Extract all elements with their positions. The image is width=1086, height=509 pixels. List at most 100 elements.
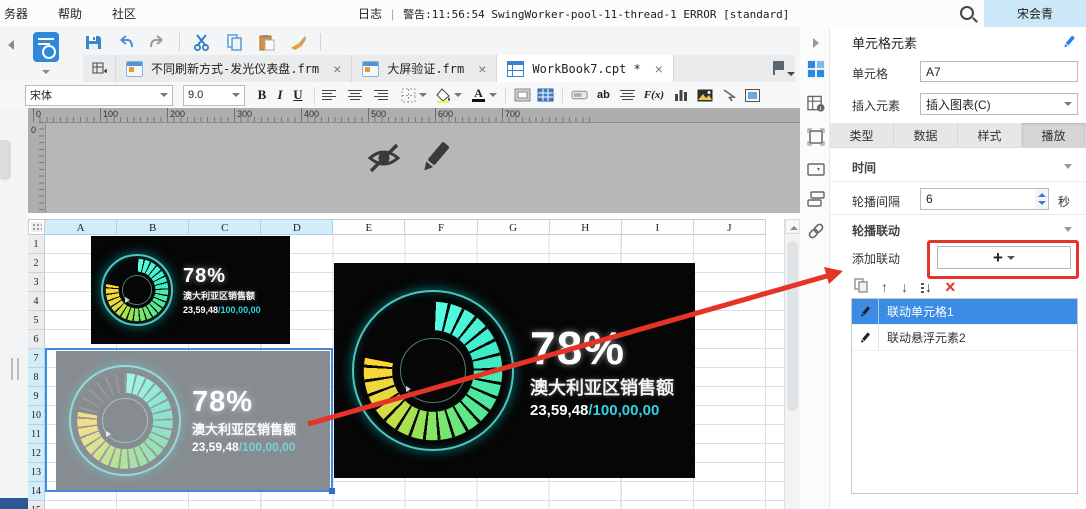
rich-text-button[interactable] [619,89,635,101]
cell-element-panel-icon[interactable] [807,60,825,78]
row-header[interactable]: 4 [28,292,45,311]
document-tab[interactable]: 不同刷新方式-发光仪表盘.frm × [116,55,353,82]
bold-button[interactable]: B [253,87,271,103]
user-account-button[interactable]: 宋会青 [984,0,1086,27]
select-all-corner[interactable] [28,219,45,235]
font-size-select[interactable]: 9.0 [183,84,245,106]
column-header[interactable]: B [117,219,190,235]
hyperlink-panel-icon[interactable] [807,222,825,240]
merge-cells-button[interactable] [514,88,531,103]
text-field-widget-button[interactable] [571,88,588,103]
document-tab[interactable]: WorkBook7.cpt * × [497,55,674,82]
unmerge-cells-button[interactable] [537,88,554,103]
formula-button[interactable]: F(x) [644,89,664,101]
row-header[interactable]: 8 [28,368,45,387]
carousel-linkage-section-header[interactable]: 轮播联动 [852,222,900,239]
gauge-image-cell-b2[interactable]: 78% 澳大利亚区销售额 23,59,48/100,00,00 [91,236,290,344]
panel-drag-handle[interactable] [0,140,9,178]
subreport-insert-button[interactable] [744,88,761,103]
splitter-handle[interactable] [11,358,19,380]
close-icon[interactable]: × [655,61,663,77]
column-header[interactable]: H [549,219,622,235]
row-header[interactable]: 1 [28,235,45,254]
template-report-icon[interactable] [33,32,59,62]
fill-color-dropdown-caret-icon[interactable] [454,93,462,97]
new-template-tab-icon[interactable] [83,55,116,82]
gauge-image-preview-large[interactable]: 78% 澳大利亚区销售额 23,59,48/100,00,00 [334,263,695,478]
collapse-section-icon[interactable] [1064,164,1072,169]
fill-color-button[interactable] [435,87,452,103]
row-header[interactable]: 7 [28,349,45,368]
expand-panel-icon[interactable] [807,34,825,52]
undo-button[interactable] [115,32,135,52]
widget-settings-panel-icon[interactable] [807,160,825,178]
column-header[interactable]: D [261,219,334,235]
edit-pencil-icon[interactable] [852,299,879,324]
sort-order-icon[interactable]: ↓ [921,280,932,295]
font-color-dropdown-caret-icon[interactable] [489,93,497,97]
edit-pencil-icon[interactable] [852,325,879,350]
column-header[interactable]: C [189,219,262,235]
font-color-button[interactable]: A [470,87,487,103]
font-family-select[interactable]: 宋体 [25,84,173,106]
menu-item[interactable]: 帮助 [58,5,82,22]
insert-element-select[interactable]: 插入图表(C) [920,93,1078,115]
row-header[interactable]: 6 [28,330,45,349]
edit-title-pencil-icon[interactable] [1062,35,1076,52]
tab-list-dropdown-icon[interactable] [773,60,795,78]
italic-button[interactable]: I [271,87,289,103]
log-label[interactable]: 日志 [358,5,382,22]
vertical-scrollbar[interactable] [784,219,801,509]
condition-attributes-panel-icon[interactable] [807,190,825,208]
linkage-list-item[interactable]: 联动单元格1 [852,299,1077,325]
cut-button[interactable] [192,32,212,52]
column-header[interactable]: F [405,219,478,235]
format-painter-button[interactable] [288,32,308,52]
column-header[interactable]: E [333,219,406,235]
underline-button[interactable]: U [289,87,307,103]
scroll-up-icon[interactable] [785,219,800,234]
align-right-button[interactable] [374,89,388,101]
copy-linkage-icon[interactable] [854,278,868,296]
menu-item[interactable]: 务器 [4,5,28,22]
carousel-interval-input[interactable]: 6 [920,188,1036,210]
row-header[interactable]: 15 [28,501,45,509]
column-header[interactable]: A [45,219,118,235]
column-header[interactable]: G [477,219,550,235]
borders-button[interactable] [400,88,417,103]
row-header[interactable]: 2 [28,254,45,273]
panel-tab[interactable]: 数据 [894,123,958,147]
report-header-canvas[interactable] [28,108,800,213]
search-icon[interactable] [960,6,974,20]
chart-insert-button[interactable] [672,88,689,103]
cell-reference-input[interactable]: A7 [920,61,1078,82]
column-header[interactable]: J [693,219,766,235]
pointer-tool-icon[interactable] [720,88,737,103]
copy-button[interactable] [224,32,244,52]
cell-selection-border[interactable] [45,348,335,494]
linkage-list-item[interactable]: 联动悬浮元素2 [852,325,1077,351]
menu-item[interactable]: 社区 [112,5,136,22]
image-insert-button[interactable] [696,88,713,103]
template-dropdown-caret-icon[interactable] [42,70,50,74]
align-center-button[interactable] [348,89,362,101]
panel-tab[interactable]: 样式 [958,123,1022,147]
close-icon[interactable]: × [478,61,486,77]
close-icon[interactable]: × [333,61,341,77]
edit-pencil-icon[interactable] [420,138,450,179]
row-header[interactable]: 5 [28,311,45,330]
borders-dropdown-caret-icon[interactable] [419,93,427,97]
column-header[interactable]: I [621,219,694,235]
row-header[interactable]: 11 [28,425,45,444]
panel-tab[interactable]: 类型 [830,123,894,147]
document-tab[interactable]: 大屏验证.frm × [352,55,498,82]
scrollbar-thumb[interactable] [787,241,798,411]
cell-attribute-panel-icon[interactable]: i [807,95,825,113]
move-up-icon[interactable]: ↑ [881,280,888,294]
text-content-button[interactable]: ab [597,89,610,101]
row-header[interactable]: 9 [28,387,45,406]
time-section-header[interactable]: 时间 [852,159,876,176]
save-button[interactable] [83,32,103,52]
interval-stepper[interactable] [1035,188,1049,210]
delete-linkage-icon[interactable]: × [945,278,956,296]
